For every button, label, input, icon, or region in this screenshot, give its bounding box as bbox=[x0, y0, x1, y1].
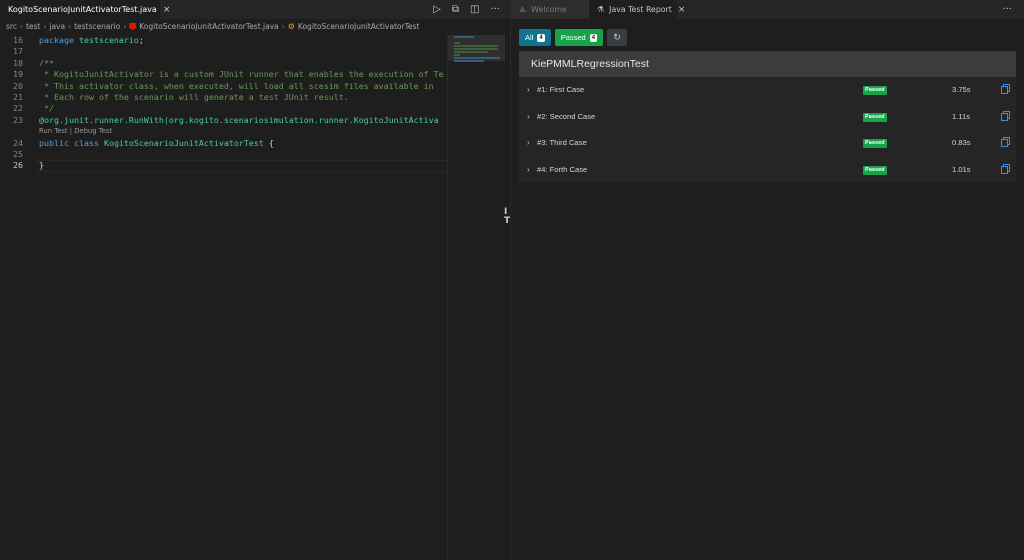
tab-label: Java Test Report bbox=[609, 5, 672, 14]
chevron-right-icon: › bbox=[68, 22, 72, 31]
chevron-right-icon[interactable]: › bbox=[527, 85, 530, 94]
code-line: 19 * KogitoJunitActivator is a custom JU… bbox=[13, 69, 444, 80]
code-line: 23 @org.junit.runner.RunWith(org.kogito.s… bbox=[13, 114, 439, 125]
close-icon[interactable]: × bbox=[163, 5, 171, 15]
test-row[interactable]: › #1: First Case Passed 3.75s bbox=[519, 77, 1016, 104]
test-name: #2: Second Case bbox=[537, 111, 596, 121]
split-editor-icon[interactable]: ◫ bbox=[470, 4, 479, 15]
copy-icon[interactable] bbox=[1001, 110, 1010, 121]
code-line: 25 bbox=[13, 148, 23, 159]
status-badge: Passed bbox=[863, 112, 887, 122]
test-name: #1: First Case bbox=[537, 85, 585, 94]
run-icon[interactable]: ▷ bbox=[433, 4, 441, 15]
more-icon[interactable]: ··· bbox=[1002, 4, 1012, 15]
left-tab-bar: KogitoScenarioJunitActivatorTest.java × … bbox=[0, 0, 510, 19]
chevron-right-icon[interactable]: › bbox=[527, 112, 530, 121]
test-duration: 1.01s bbox=[952, 164, 971, 174]
minimap[interactable] bbox=[447, 35, 505, 560]
test-row[interactable]: › #3: Third Case Passed 0.83s bbox=[519, 130, 1016, 157]
chevron-right-icon: › bbox=[19, 22, 23, 31]
test-report-panel: KiePMMLRegressionTest › #1: First Case P… bbox=[519, 51, 1016, 183]
vscode-logo-icon: ⟁ bbox=[519, 4, 527, 14]
test-duration: 3.75s bbox=[952, 85, 971, 94]
count-badge: 4 bbox=[537, 33, 545, 42]
code-line: 17 bbox=[13, 46, 23, 57]
chevron-right-icon[interactable]: › bbox=[527, 138, 530, 147]
copy-icon[interactable] bbox=[1001, 137, 1010, 147]
test-row[interactable]: › #4: Forth Case Passed 1.01s bbox=[519, 157, 1016, 184]
chevron-right-icon: › bbox=[281, 22, 285, 31]
tab-label: KogitoScenarioJunitActivatorTest.java bbox=[8, 5, 157, 14]
code-editor[interactable]: 16 package testscenario; 17 18/** 19 * Ko… bbox=[0, 35, 447, 560]
tab-java-test-report[interactable]: ⚗ Java Test Report × bbox=[589, 0, 685, 19]
breadcrumb-item[interactable]: src bbox=[6, 22, 17, 31]
code-line: 18/** bbox=[13, 57, 54, 68]
code-line: 24 public class KogitoScenarioJunitActiva… bbox=[13, 137, 274, 148]
tab-welcome[interactable]: ⟁ Welcome bbox=[511, 0, 589, 19]
status-badge: Passed bbox=[863, 139, 887, 148]
tab-label: Welcome bbox=[531, 5, 567, 14]
filter-passed-button[interactable]: Passed 4 bbox=[554, 29, 604, 46]
refresh-button[interactable]: ↻ bbox=[607, 29, 628, 46]
more-icon[interactable]: ··· bbox=[490, 4, 500, 15]
code-line: 22 */ bbox=[13, 103, 54, 114]
test-name: #4: Forth Case bbox=[537, 164, 588, 174]
left-editor-group: KogitoScenarioJunitActivatorTest.java × … bbox=[0, 0, 510, 560]
java-file-icon bbox=[129, 23, 137, 30]
class-icon: ⚙ bbox=[287, 22, 295, 31]
breadcrumb-item[interactable]: KogitoScenarioJunitActivatorTest.java bbox=[139, 22, 279, 31]
code-line: 26} bbox=[0, 160, 447, 172]
breadcrumb-item[interactable]: KogitoScenarioJunitActivatorTest bbox=[298, 22, 419, 31]
copy-icon[interactable] bbox=[1001, 163, 1010, 174]
split-diff-icon[interactable]: ⧉ bbox=[452, 4, 459, 15]
status-badge: Passed bbox=[863, 86, 887, 95]
breadcrumb: src › test › java › testscenario › KogitoSce… bbox=[0, 20, 510, 33]
chevron-right-icon: › bbox=[43, 22, 47, 31]
test-duration: 1.11s bbox=[952, 111, 971, 121]
filter-all-button[interactable]: All 4 bbox=[519, 29, 551, 46]
chevron-right-icon: › bbox=[123, 22, 127, 31]
breadcrumb-item[interactable]: test bbox=[26, 22, 40, 31]
right-editor-group: ⟁ Welcome ⚗ Java Test Report × ··· All 4… bbox=[511, 0, 1024, 560]
code-line: 21 * Each row of the scenario will gener… bbox=[13, 91, 349, 102]
tab-java-file[interactable]: KogitoScenarioJunitActivatorTest.java × bbox=[0, 0, 170, 19]
report-title: KiePMMLRegressionTest bbox=[519, 51, 1016, 77]
close-icon[interactable]: × bbox=[678, 5, 686, 15]
breadcrumb-item[interactable]: testscenario bbox=[74, 22, 120, 31]
run-debug-codelens[interactable]: Run Test | Debug Test bbox=[39, 126, 112, 137]
copy-icon[interactable] bbox=[1001, 84, 1010, 94]
refresh-icon: ↻ bbox=[613, 32, 621, 42]
test-name: #3: Third Case bbox=[537, 138, 587, 147]
breadcrumb-item[interactable]: java bbox=[49, 22, 65, 31]
codelens: Run Test | Debug Test bbox=[0, 126, 447, 137]
code-line: 20 * This activator class, when executed… bbox=[13, 80, 434, 91]
count-badge: 4 bbox=[589, 33, 598, 42]
status-badge: Passed bbox=[863, 165, 887, 175]
test-row[interactable]: › #2: Second Case Passed 1.11s bbox=[519, 104, 1016, 131]
filter-bar: All 4 Passed 4 ↻ bbox=[519, 29, 628, 46]
right-tab-bar: ⟁ Welcome ⚗ Java Test Report × ··· bbox=[511, 0, 1024, 19]
chevron-right-icon[interactable]: › bbox=[527, 165, 530, 174]
code-line: 16 package testscenario; bbox=[13, 35, 144, 45]
beaker-icon: ⚗ bbox=[597, 5, 605, 14]
test-duration: 0.83s bbox=[952, 138, 971, 147]
